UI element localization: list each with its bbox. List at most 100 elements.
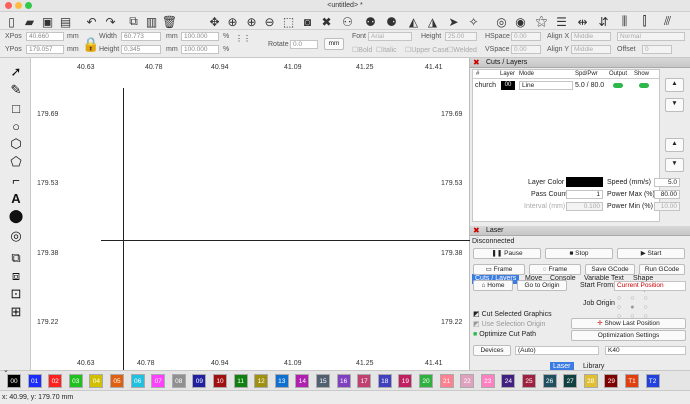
sliders-icon[interactable]: ⫼ [617, 14, 632, 29]
frame-circle-button[interactable]: ◌ Frame [529, 264, 581, 275]
bold-checkbox[interactable]: ☐Bold [352, 46, 372, 54]
open-folder-icon[interactable]: ▰ [22, 14, 37, 29]
ypos-input[interactable]: 179.057 [26, 45, 64, 54]
align-grid-icon[interactable]: ⋮⋮ [235, 34, 251, 43]
sliders-icon[interactable]: ⫿ [637, 14, 652, 29]
redo-icon[interactable]: ↷ [103, 14, 118, 29]
stop-button[interactable]: ■ Stop [545, 248, 613, 259]
color-swatch-06[interactable]: 06 [130, 374, 145, 388]
users-icon[interactable]: ⚇ [340, 14, 355, 29]
select-frame-icon[interactable]: ⬚ [281, 14, 296, 29]
color-swatch-14[interactable]: 14 [295, 374, 310, 388]
cut-selected-checkbox[interactable]: ◩ Cut Selected Graphics [473, 310, 552, 318]
laser-target-icon[interactable]: ◎ [494, 14, 509, 29]
power-max-input[interactable]: 80.00 [654, 190, 680, 199]
optimization-settings-button[interactable]: Optimization Settings [571, 330, 686, 341]
color-swatch-03[interactable]: 03 [68, 374, 83, 388]
hspace-input[interactable]: 0.00 [511, 32, 541, 41]
use-selection-origin-checkbox[interactable]: ◩ Use Selection Origin [473, 320, 545, 328]
show-toggle[interactable] [639, 83, 649, 88]
sliders-icon[interactable]: ☰ [554, 14, 569, 29]
italic-checkbox[interactable]: ☐Italic [376, 46, 397, 54]
save-icon[interactable]: ▣ [40, 14, 55, 29]
welded-checkbox[interactable]: ☐Welded [447, 46, 477, 54]
chevron-down-icon[interactable]: ⌄ [3, 366, 9, 374]
offset-icon[interactable]: ◎ [6, 228, 26, 244]
color-swatch-18[interactable]: 18 [377, 374, 392, 388]
mode-select[interactable]: Line [519, 81, 573, 90]
close-panel-icon[interactable]: ✖ [473, 58, 480, 68]
polygon-icon[interactable]: ⬡ [6, 136, 26, 152]
boolean-intersect-icon[interactable]: ⊡ [6, 286, 26, 302]
delete-icon[interactable]: 🗑 [162, 14, 177, 29]
color-swatch-11[interactable]: 11 [233, 374, 248, 388]
text-mode-select[interactable]: Normal [617, 32, 685, 41]
lock-icon[interactable]: 🔒 [82, 36, 99, 53]
save-as-icon[interactable]: ▤ [58, 14, 73, 29]
align-x-select[interactable]: Middle [571, 32, 611, 41]
scale-width-input[interactable]: 100.000 [181, 32, 219, 41]
rectangle-icon[interactable]: □ [6, 100, 26, 116]
frame-rect-button[interactable]: ▭ Frame [473, 264, 525, 275]
camera-icon[interactable]: ◙ [300, 14, 315, 29]
color-swatch-23[interactable]: 23 [480, 374, 495, 388]
ungroup-icon[interactable]: ⚈ [384, 14, 399, 29]
close-window-button[interactable] [5, 2, 12, 9]
magic-wand-icon[interactable]: ⚝ [534, 14, 549, 29]
power-min-input[interactable]: 10.00 [654, 202, 680, 211]
align-y-select[interactable]: Middle [571, 45, 611, 54]
select-arrow-icon[interactable]: ➚ [6, 64, 26, 80]
start-button[interactable]: ▶ Start [617, 248, 685, 259]
color-swatch-10[interactable]: 10 [213, 374, 227, 388]
color-swatch-17[interactable]: 17 [357, 374, 372, 388]
color-swatch-08[interactable]: 08 [171, 374, 186, 388]
width-input[interactable]: 60.773 [121, 32, 161, 41]
color-swatch-00[interactable]: 00 [7, 374, 21, 388]
zoom-fit-icon[interactable]: ⊕ [225, 14, 240, 29]
move-layer-bottom-button[interactable]: ▼ [665, 158, 684, 172]
laser-target-icon[interactable]: ◉ [513, 14, 528, 29]
settings-icon[interactable]: ✖ [319, 14, 334, 29]
mirror-icon[interactable]: ⇹ [575, 14, 590, 29]
flip-icon[interactable]: ⇵ [596, 14, 611, 29]
pass-count-input[interactable]: 1 [566, 190, 603, 199]
zoom-in-icon[interactable]: ⊕ [244, 14, 259, 29]
scale-height-input[interactable]: 100.000 [181, 45, 219, 54]
color-swatch-24[interactable]: 24 [501, 374, 516, 388]
offset-input[interactable]: 0 [642, 45, 672, 54]
zoom-out-icon[interactable]: ⊖ [262, 14, 277, 29]
maximize-window-button[interactable] [25, 2, 32, 9]
sliders-icon[interactable]: ⫻ [660, 14, 675, 29]
group-icon[interactable]: ⚉ [363, 14, 378, 29]
start-from-select[interactable]: Current Position [614, 281, 686, 291]
show-last-position-button[interactable]: ✛ Show Last Position [571, 318, 686, 329]
device-port-select[interactable]: (Auto) [515, 346, 599, 355]
color-swatch-26[interactable]: 26 [542, 374, 557, 388]
close-panel-icon[interactable]: ✖ [473, 226, 480, 236]
interval-input[interactable]: 0.100 [566, 202, 603, 211]
units-toggle-button[interactable]: mm [324, 38, 344, 50]
color-swatch-05[interactable]: 05 [110, 374, 124, 388]
position-marker-icon[interactable]: ⬤ [6, 208, 26, 224]
move-layer-up-button[interactable]: ▲ [665, 78, 684, 92]
color-swatch-25[interactable]: 25 [522, 374, 536, 388]
go-to-origin-button[interactable]: Go to Origin [517, 280, 567, 291]
color-swatch-02[interactable]: 02 [48, 374, 63, 388]
rotate-input[interactable]: 0.0 [290, 40, 318, 49]
triangle-icon[interactable]: ◭ [406, 14, 421, 29]
horizontal-shape-line[interactable] [101, 240, 470, 241]
design-canvas[interactable]: 40.63 40.78 40.94 41.09 41.25 41.41 40.6… [31, 58, 470, 370]
boolean-union-icon[interactable]: ⧉ [6, 250, 26, 266]
move-icon[interactable]: ✥ [207, 14, 222, 29]
color-swatch-T1[interactable]: T1 [625, 374, 639, 388]
pentagon-icon[interactable]: ⬠ [6, 154, 26, 170]
color-swatch-T2[interactable]: T2 [645, 374, 660, 388]
table-row[interactable]: church 00 Line 5.0 / 80.0 [473, 80, 659, 92]
color-swatch-12[interactable]: 12 [254, 374, 269, 388]
copy-icon[interactable]: ⧉ [126, 14, 141, 29]
minimize-window-button[interactable] [15, 2, 22, 9]
color-swatch-21[interactable]: 21 [439, 374, 454, 388]
save-gcode-button[interactable]: Save GCode [585, 264, 635, 275]
color-swatch-19[interactable]: 19 [398, 374, 413, 388]
color-swatch-27[interactable]: 27 [563, 374, 578, 388]
